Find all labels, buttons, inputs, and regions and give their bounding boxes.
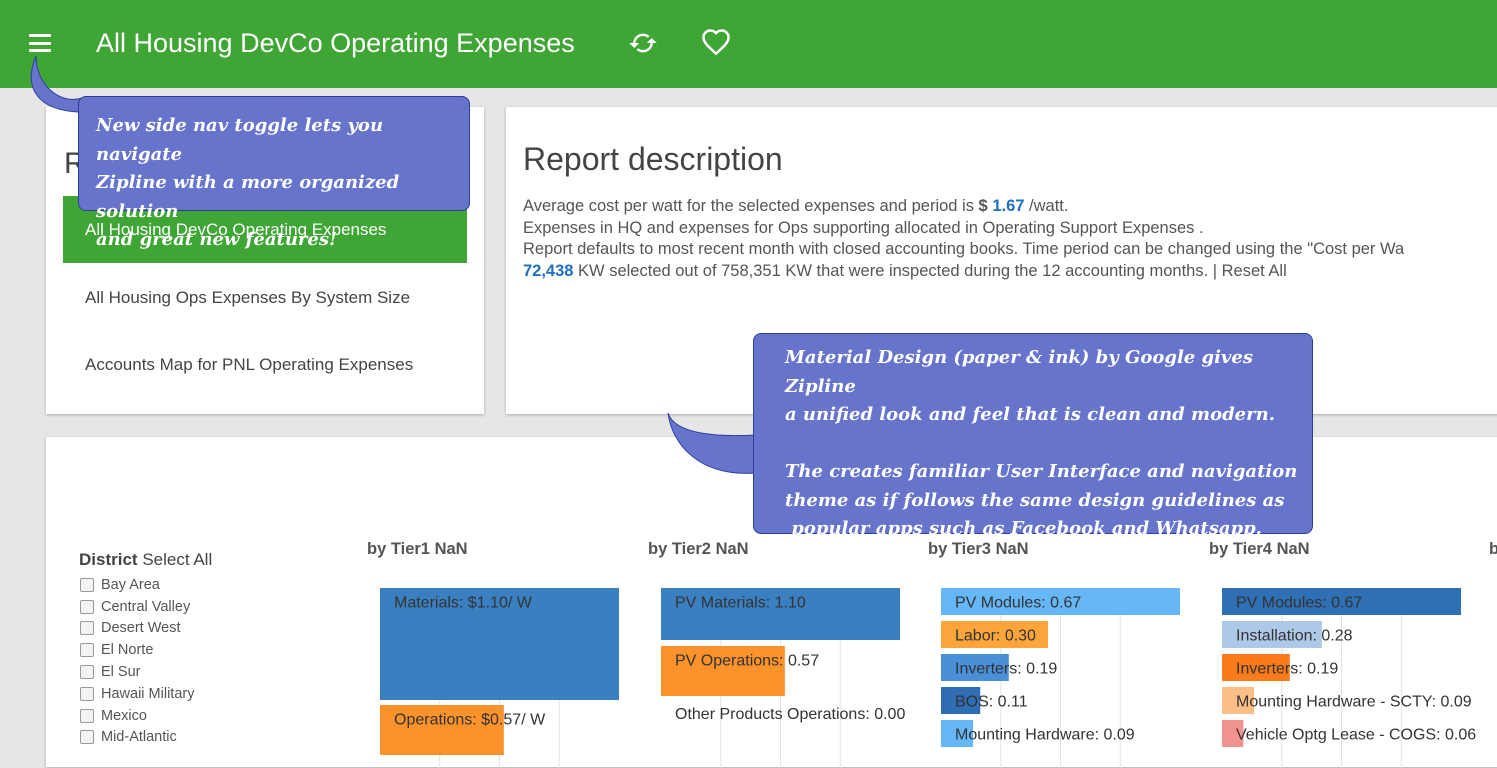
callout-line: The creates familiar User Interface and … — [785, 461, 1298, 482]
cost-unit: /watt. — [1024, 197, 1069, 215]
district-select-all[interactable]: Select All — [142, 550, 212, 569]
kw-summary-text: KW selected out of 758,351 KW that were … — [573, 261, 1222, 280]
callout-line: Zipline with a more organized solution — [96, 172, 400, 222]
tier1-chart: Materials: $1.10/ W Operations: $0.57/ W — [380, 588, 619, 768]
district-item[interactable]: Mid-Atlantic — [80, 727, 194, 749]
tier3-chart: PV Modules: 0.67 Labor: 0.30 Inverters: 0.… — [941, 588, 1180, 768]
report-description-text: Average cost per watt for the selected e… — [523, 196, 1404, 282]
district-label: Bay Area — [101, 576, 160, 593]
district-item[interactable]: Desert West — [80, 618, 194, 640]
report-description-title: Report description — [523, 141, 783, 177]
callout-line: a unified look and feel that is clean an… — [785, 404, 1275, 425]
cost-currency: $ — [978, 197, 993, 215]
chart-bar-label: PV Operations: 0.57 — [675, 653, 819, 670]
district-checkbox[interactable] — [80, 730, 94, 745]
chart-bar-label: Vehicle Optg Lease - COGS: 0.06 — [1236, 727, 1476, 744]
district-filter-header: District Select All — [79, 550, 212, 570]
cost-prefix: Average cost per watt for the selected e… — [523, 197, 979, 215]
tier2-chart-title: by Tier2 NaN — [648, 540, 749, 558]
callout-line: popular apps such as Facebook and Whatsa… — [785, 518, 1262, 539]
callout-line: and great new features! — [96, 229, 337, 250]
cost-per-watt-line: Average cost per watt for the selected e… — [523, 196, 1404, 218]
refresh-icon[interactable] — [628, 28, 658, 58]
district-item[interactable]: Hawaii Military — [80, 683, 194, 705]
chart-bar-label: Mounting Hardware - SCTY: 0.09 — [1236, 694, 1472, 711]
tier5-chart-title: b — [1489, 540, 1497, 558]
tier2-chart: PV Materials: 1.10 PV Operations: 0.57 Oth… — [661, 588, 905, 768]
cost-value: 1.67 — [992, 197, 1025, 215]
district-item[interactable]: Bay Area — [80, 574, 194, 596]
callout-line: Material Design (paper & ink) by Google … — [785, 347, 1253, 397]
district-item[interactable]: Mexico — [80, 705, 194, 727]
district-checkbox[interactable] — [80, 621, 94, 636]
callout-line: theme as if follows the same design guid… — [785, 489, 1285, 511]
district-item[interactable]: El Sur — [80, 661, 194, 683]
chart-bar-label: BOS: 0.11 — [955, 694, 1028, 711]
district-checkbox[interactable] — [80, 577, 94, 592]
district-label: Central Valley — [101, 598, 191, 615]
chart-bar-label: Other Products Operations: 0.00 — [675, 706, 905, 723]
chart-bar-label: PV Modules: 0.67 — [955, 595, 1081, 612]
heart-icon[interactable] — [700, 28, 732, 58]
district-checkbox[interactable] — [80, 686, 94, 701]
chart-bar-label: PV Materials: 1.10 — [675, 595, 806, 612]
district-checkbox[interactable] — [80, 643, 94, 658]
tier1-chart-title: by Tier1 NaN — [367, 540, 468, 558]
chart-bar-label: Mounting Hardware: 0.09 — [955, 727, 1135, 744]
district-item[interactable]: Central Valley — [80, 596, 194, 618]
app-bar: All Housing DevCo Operating Expenses — [0, 0, 1497, 88]
tier4-chart: PV Modules: 0.67 Installation: 0.28 Invert… — [1222, 588, 1476, 768]
chart-bar-label: PV Modules: 0.67 — [1236, 595, 1362, 612]
district-list: Bay Area Central Valley Desert West El N… — [80, 574, 194, 748]
district-label: Mexico — [101, 707, 147, 724]
district-label: El Norte — [101, 642, 154, 659]
nav-item-accounts-map-pnl[interactable]: Accounts Map for PNL Operating Expenses — [63, 331, 467, 398]
app-title: All Housing DevCo Operating Expenses — [96, 28, 575, 58]
chart-bar-label: Inverters: 0.19 — [955, 661, 1057, 678]
district-label: District — [79, 550, 138, 569]
kw-summary-line: 72,438 KW selected out of 758,351 KW tha… — [523, 261, 1404, 283]
chart-bar-label: Inverters: 0.19 — [1236, 661, 1338, 678]
defaults-note-line: Report defaults to most recent month wit… — [523, 240, 1405, 258]
chart-bar-label: Materials: $1.10/ W — [394, 595, 533, 612]
district-label: Desert West — [101, 620, 181, 637]
material-design-callout: Material Design (paper & ink) by Google … — [753, 333, 1313, 539]
district-item[interactable]: El Norte — [80, 639, 194, 661]
chart-bar-label: Operations: $0.57/ W — [394, 712, 546, 729]
district-checkbox[interactable] — [80, 708, 94, 723]
chart-bar-label: Labor: 0.30 — [955, 628, 1036, 645]
district-label: Hawaii Military — [101, 685, 195, 702]
district-label: Mid-Atlantic — [101, 729, 177, 746]
side-nav-callout: New side nav toggle lets you navigate Zi… — [78, 96, 470, 250]
callout-line — [785, 430, 1312, 459]
district-label: El Sur — [101, 664, 141, 681]
kw-selected-value: 72,438 — [523, 261, 574, 280]
chart-bar-label: Installation: 0.28 — [1236, 628, 1353, 645]
expenses-note-line: Expenses in HQ and expenses for Ops supp… — [523, 218, 1204, 237]
nav-item-ops-expenses-by-system-size[interactable]: All Housing Ops Expenses By System Size — [63, 264, 467, 331]
callout-line: New side nav toggle lets you navigate — [96, 115, 384, 165]
district-checkbox[interactable] — [80, 599, 94, 614]
reset-all-link[interactable]: Reset All — [1222, 262, 1287, 280]
menu-icon[interactable] — [29, 34, 51, 52]
district-checkbox[interactable] — [80, 665, 94, 680]
